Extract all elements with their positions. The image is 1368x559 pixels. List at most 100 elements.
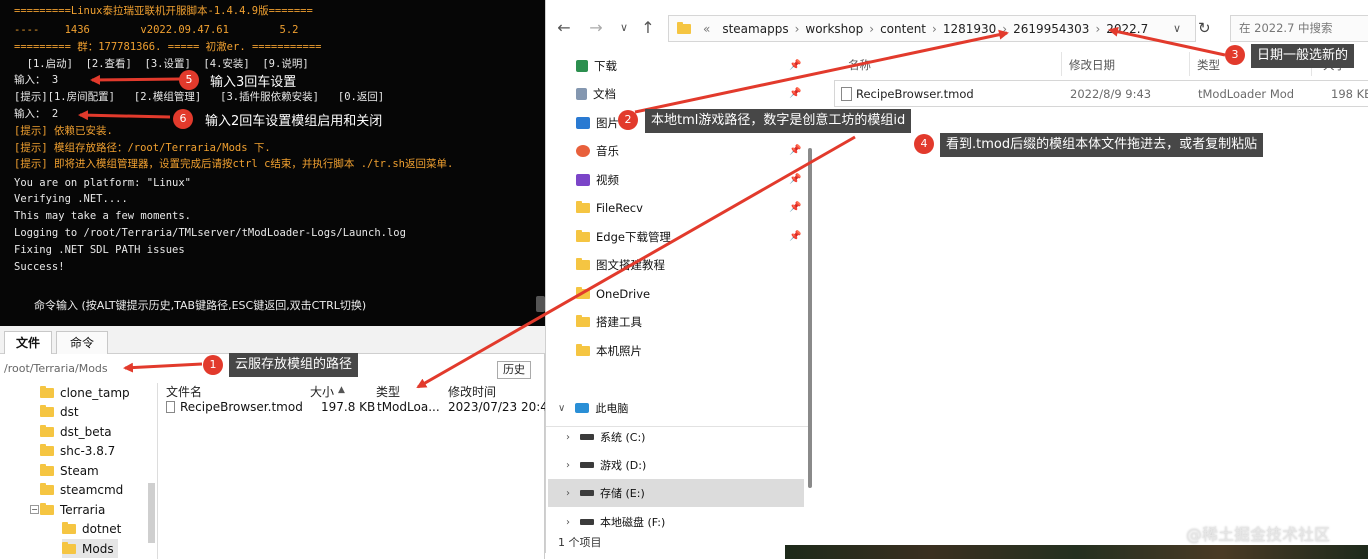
nav-item-local-photos[interactable]: 本机照片 — [576, 340, 642, 362]
tree-item[interactable]: dst_beta — [40, 422, 112, 441]
breadcrumb-app-id[interactable]: 1281930 — [943, 22, 996, 36]
drive-icon — [580, 490, 594, 496]
folder-icon — [40, 443, 54, 456]
command-input-hint[interactable]: 命令输入 (按ALT键提示历史,TAB键路径,ESC键返回,双击CTRL切换) — [34, 297, 366, 313]
tree-item-mods[interactable]: Mods — [62, 539, 118, 558]
tab-commands[interactable]: 命令 — [56, 331, 108, 354]
badge-4: 4 — [914, 134, 934, 154]
background-photo-strip — [785, 545, 1368, 559]
nav-item-tutorial[interactable]: 图文搭建教程 — [576, 254, 665, 276]
drive-icon — [580, 462, 594, 468]
terminal-line: This may take a few moments. — [14, 210, 192, 222]
annotation-5-text: 输入3回车设置 — [210, 75, 297, 90]
column-header-name[interactable]: 文件名 — [166, 383, 202, 400]
nav-item-filerecv[interactable]: FileRecv — [576, 197, 643, 219]
tree-scrollbar[interactable] — [148, 483, 155, 543]
nav-item-documents[interactable]: 文档 — [576, 83, 616, 105]
breadcrumb-separator: › — [932, 21, 937, 36]
terminal-line: 输入： 3 — [14, 74, 59, 86]
address-dropdown-icon[interactable]: ∨ — [1173, 22, 1181, 35]
breadcrumb-separator: › — [1002, 21, 1008, 36]
nav-item-tools[interactable]: 搭建工具 — [576, 311, 642, 333]
collapse-icon[interactable]: − — [30, 505, 39, 514]
column-header-modified[interactable]: 修改时间 — [448, 383, 496, 400]
ssh-file-type: tModLoa... — [377, 400, 440, 414]
pin-icon: 📌 — [789, 60, 802, 71]
nav-item-videos[interactable]: 视频 — [576, 169, 619, 191]
chevron-down-icon: ∨ — [558, 402, 566, 414]
tree-item[interactable]: Steam — [40, 461, 99, 480]
explorer-nav-bar: ← → ∨ ↑ « steamapps › workshop › content › … — [546, 8, 1368, 48]
breadcrumb-date-folder[interactable]: 2022.7 — [1106, 22, 1148, 36]
badge-6: 6 — [173, 109, 193, 129]
terminal-line: [提示][1.房间配置] [2.模组管理] [3.插件服依赖安装] [0.返回] — [14, 91, 385, 103]
folder-icon — [677, 21, 691, 34]
terminal-line: Success! — [14, 261, 65, 273]
breadcrumb-mod-id[interactable]: 2619954303 — [1013, 22, 1089, 36]
folder-icon — [40, 424, 54, 437]
chevron-right-icon: › — [566, 431, 570, 443]
column-header-size[interactable]: 大小 — [310, 383, 334, 400]
terminal-line: Verifying .NET.... — [14, 193, 128, 205]
badge-5: 5 — [179, 70, 199, 90]
folder-icon — [576, 201, 590, 213]
breadcrumb-content[interactable]: content — [880, 22, 926, 36]
terminal-line: Fixing .NET SDL PATH issues — [14, 244, 185, 256]
tree-item[interactable]: clone_tamp — [40, 383, 130, 402]
ssh-tab-bar: 文件 命令 — [0, 326, 545, 354]
forward-icon[interactable]: → — [586, 18, 606, 37]
nav-item-pictures[interactable]: 图片 — [576, 112, 619, 134]
watermark: @稀土掘金技术社区 — [1186, 525, 1331, 544]
tree-item[interactable]: dst — [40, 402, 79, 421]
column-header-type[interactable]: 类型 — [1197, 57, 1220, 73]
breadcrumb-workshop[interactable]: workshop — [805, 22, 863, 36]
ssh-file-list: 文件名 大小 ▲ 类型 修改时间 RecipeBrowser.tmod 197.… — [160, 383, 556, 559]
ssh-file-row[interactable]: RecipeBrowser.tmod — [166, 400, 303, 414]
tree-item[interactable]: dotnet — [62, 519, 121, 538]
file-icon — [166, 401, 175, 413]
column-header-modified[interactable]: 修改日期 — [1069, 57, 1115, 73]
history-button[interactable]: 历史 — [497, 361, 531, 379]
nav-item-this-pc[interactable]: ∨ 此电脑 — [558, 397, 628, 419]
refresh-icon[interactable]: ↻ — [1198, 19, 1211, 37]
ssh-file-size: 197.8 KB — [321, 400, 376, 414]
pin-icon: 📌 — [789, 174, 802, 185]
tree-item[interactable]: shc-3.8.7 — [40, 441, 115, 460]
terminal-window[interactable]: =========Linux泰拉瑞亚联机开服脚本-1.4.4.9版=======… — [0, 0, 545, 326]
badge-3: 3 — [1225, 45, 1245, 65]
tree-item[interactable]: steamcmd — [40, 480, 123, 499]
tab-files[interactable]: 文件 — [4, 331, 52, 354]
download-icon — [576, 60, 588, 72]
search-input[interactable]: 在 2022.7 中搜索 — [1230, 15, 1368, 42]
chevron-down-icon[interactable]: ∨ — [614, 21, 634, 34]
breadcrumb-overflow[interactable]: « — [703, 22, 710, 36]
nav-item-music[interactable]: 音乐 — [576, 140, 619, 162]
address-bar[interactable]: « steamapps › workshop › content › 1281930 ›… — [668, 15, 1196, 42]
up-icon[interactable]: ↑ — [638, 18, 658, 37]
column-header-type[interactable]: 类型 — [376, 383, 400, 400]
breadcrumb-steamapps[interactable]: steamapps — [722, 22, 788, 36]
nav-item-drive-e[interactable]: › 存储 (E:) — [566, 482, 645, 504]
ssh-folder-tree: clone_tamp dst dst_beta shc-3.8.7 Steam … — [0, 383, 158, 559]
terminal-line: Logging to /root/Terraria/TMLserver/tMod… — [14, 227, 406, 239]
drive-icon — [580, 434, 594, 440]
chevron-right-icon: › — [566, 459, 570, 471]
back-icon[interactable]: ← — [554, 18, 574, 37]
file-explorer-window: ← → ∨ ↑ « steamapps › workshop › content › … — [545, 0, 1368, 553]
nav-item-edge-downloads[interactable]: Edge下载管理 — [576, 226, 671, 248]
nav-item-onedrive[interactable]: OneDrive — [576, 283, 650, 305]
terminal-scrollbar[interactable] — [536, 296, 545, 312]
ssh-path-field[interactable]: /root/Terraria/Mods — [4, 362, 108, 375]
sort-ascending-icon: ▲ — [338, 385, 345, 395]
pin-icon: 📌 — [789, 202, 802, 213]
nav-item-drive-f[interactable]: › 本地磁盘 (F:) — [566, 511, 665, 533]
column-header-name[interactable]: 名称 — [848, 57, 871, 73]
file-row[interactable]: RecipeBrowser.tmod 2022/8/9 9:43 tModLoa… — [834, 80, 1368, 107]
tree-item-terraria[interactable]: Terraria — [40, 500, 105, 519]
nav-item-drive-d[interactable]: › 游戏 (D:) — [566, 454, 646, 476]
nav-item-drive-c[interactable]: › 系统 (C:) — [566, 426, 645, 448]
file-type: tModLoader Mod — [1198, 87, 1295, 101]
terminal-line: 输入： 2 — [14, 108, 59, 120]
nav-item-downloads[interactable]: 下载 — [576, 55, 617, 77]
terminal-line: [1.启动] [2.查看] [3.设置] [4.安装] [9.说明] — [14, 58, 309, 70]
